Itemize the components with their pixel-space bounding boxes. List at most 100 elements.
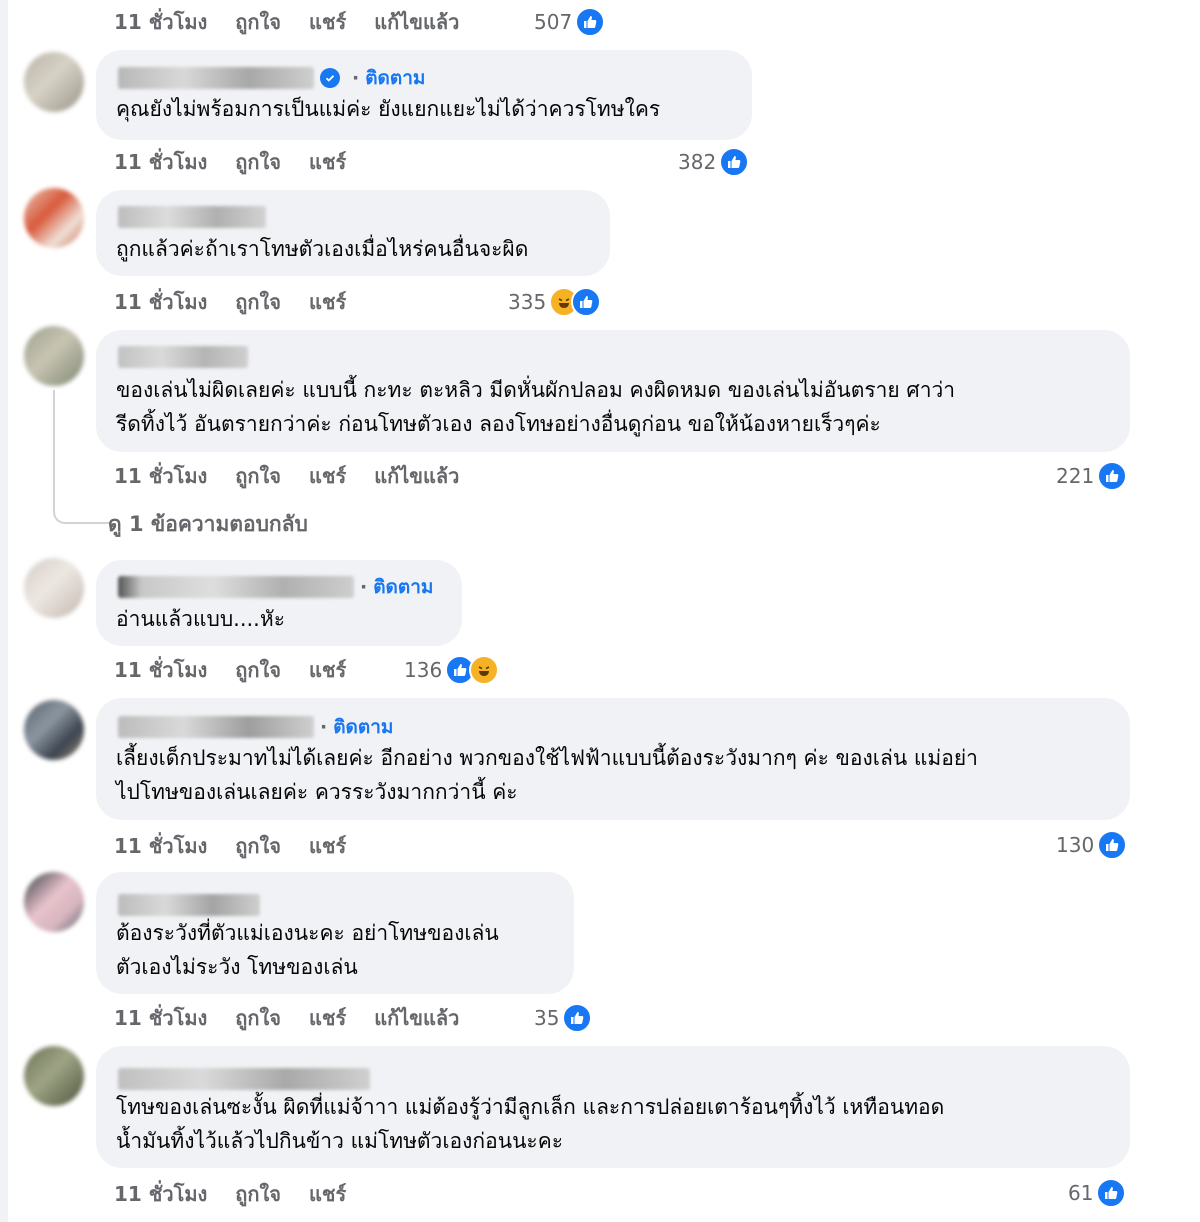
comment-text: ถูกแล้วค่ะถ้าเราโทษตัวเองเมื่อไหร่คนอื่น… <box>116 237 529 261</box>
view-replies-link[interactable]: ดู 1 ข้อความตอบกลับ <box>108 508 308 541</box>
timestamp-link[interactable]: 11 ชั่วโมง <box>114 1002 207 1034</box>
like-icon <box>1096 1178 1127 1208</box>
comment-bubble: ถูกแล้วค่ะถ้าเราโทษตัวเองเมื่อไหร่คนอื่น… <box>96 190 610 276</box>
comment-author[interactable] <box>118 204 266 230</box>
separator-dot: · <box>320 716 328 738</box>
edited-label: แก้ไขแล้ว <box>374 1006 460 1030</box>
reaction-count: 335 <box>508 290 547 314</box>
comment-bubble: · ติดตาม คุณยังไม่พร้อมการเป็นแม่ค่ะ ยัง… <box>96 50 752 140</box>
like-button[interactable]: ถูกใจ <box>235 830 281 862</box>
comment-bubble: โทษของเล่นซะงั้น ผิดที่แม่จ้าาา แม่ต้องร… <box>96 1046 1130 1168</box>
author-name-blurred <box>118 1068 370 1090</box>
reaction-summary[interactable]: 61 <box>1068 1176 1127 1210</box>
comment-actions: 11 ชั่วโมง ถูกใจ แชร์ <box>114 148 346 176</box>
separator-dot: · <box>360 576 368 598</box>
avatar[interactable] <box>24 700 84 760</box>
share-button[interactable]: แชร์ <box>309 654 346 686</box>
timestamp-link[interactable]: 11 ชั่วโมง <box>114 286 207 318</box>
timestamp-link[interactable]: 11 ชั่วโมง <box>114 654 207 686</box>
comment-author[interactable] <box>118 1066 370 1092</box>
reaction-count: 221 <box>1056 464 1095 488</box>
reaction-summary[interactable]: 335 <box>508 285 602 319</box>
avatar[interactable] <box>24 52 84 112</box>
comment-text: โทษของเล่นซะงั้น ผิดที่แม่จ้าาา แม่ต้องร… <box>116 1095 945 1153</box>
like-icon <box>562 1003 593 1033</box>
comment-bubble: · ติดตาม เลี้ยงเด็กประมาทไม่ได้เลยค่ะ อี… <box>96 698 1130 820</box>
comment-actions: 11 ชั่วโมง ถูกใจ แชร์ <box>114 832 346 860</box>
reaction-count: 507 <box>534 10 573 34</box>
reaction-summary[interactable]: 136 <box>404 653 500 687</box>
reaction-summary[interactable]: 382 <box>678 145 750 179</box>
timestamp-link[interactable]: 11 ชั่วโมง <box>114 1178 207 1210</box>
like-button[interactable]: ถูกใจ <box>235 654 281 686</box>
like-icon <box>575 7 606 37</box>
comment-author[interactable]: · ติดตาม <box>118 714 393 740</box>
follow-button[interactable]: ติดตาม <box>373 572 433 602</box>
like-icon <box>571 287 602 317</box>
comment-text: อ่านแล้วแบบ....หัะ <box>116 607 285 631</box>
author-name-blurred <box>118 346 248 368</box>
timestamp-link[interactable]: 11 ชั่วโมง <box>114 146 207 178</box>
like-button[interactable]: ถูกใจ <box>235 460 281 492</box>
like-button[interactable]: ถูกใจ <box>235 1178 281 1210</box>
reaction-count: 130 <box>1056 833 1095 857</box>
left-border <box>0 0 8 1222</box>
like-button[interactable]: ถูกใจ <box>235 1002 281 1034</box>
share-button[interactable]: แชร์ <box>309 830 346 862</box>
comment-bubble: ต้องระวังที่ตัวแม่เองนะคะ อย่าโทษของเล่น… <box>96 872 574 994</box>
author-name-blurred <box>118 206 266 228</box>
avatar[interactable] <box>24 1046 84 1106</box>
comment-actions: 11 ชั่วโมง ถูกใจ แชร์ แก้ไขแล้ว <box>114 8 459 36</box>
follow-button[interactable]: ติดตาม <box>365 63 425 93</box>
avatar[interactable] <box>24 188 84 248</box>
comment-author[interactable] <box>118 344 248 370</box>
author-name-blurred <box>118 67 314 89</box>
comment-text: คุณยังไม่พร้อมการเป็นแม่ค่ะ ยังแยกแยะไม่… <box>116 97 661 121</box>
like-button[interactable]: ถูกใจ <box>235 146 281 178</box>
comment-text: ต้องระวังที่ตัวแม่เองนะคะ อย่าโทษของเล่น… <box>116 921 499 979</box>
avatar[interactable] <box>24 558 84 618</box>
share-button[interactable]: แชร์ <box>309 1178 346 1210</box>
comment-actions: 11 ชั่วโมง ถูกใจ แชร์ แก้ไขแล้ว <box>114 1004 459 1032</box>
reaction-summary[interactable]: 130 <box>1056 828 1128 862</box>
comment-author[interactable]: · ติดตาม <box>118 65 425 91</box>
reaction-summary[interactable]: 35 <box>534 1001 593 1035</box>
like-icon <box>719 147 750 177</box>
author-name-blurred <box>118 716 314 738</box>
share-button[interactable]: แชร์ <box>309 6 346 38</box>
reaction-count: 35 <box>534 1006 560 1030</box>
timestamp-link[interactable]: 11 ชั่วโมง <box>114 830 207 862</box>
comment-actions: 11 ชั่วโมง ถูกใจ แชร์ <box>114 656 346 684</box>
comment-actions: 11 ชั่วโมง ถูกใจ แชร์ <box>114 1180 346 1208</box>
edited-label: แก้ไขแล้ว <box>374 464 460 488</box>
comment-text: เลี้ยงเด็กประมาทไม่ได้เลยค่ะ อีกอย่าง พว… <box>116 746 978 804</box>
share-button[interactable]: แชร์ <box>309 460 346 492</box>
comment-actions: 11 ชั่วโมง ถูกใจ แชร์ แก้ไขแล้ว <box>114 462 459 490</box>
reaction-summary[interactable]: 507 <box>534 5 606 39</box>
haha-icon <box>469 655 500 685</box>
author-name-blurred <box>118 894 260 916</box>
timestamp-link[interactable]: 11 ชั่วโมง <box>114 460 207 492</box>
separator-dot: · <box>352 67 360 89</box>
verified-badge-icon <box>320 68 340 88</box>
like-button[interactable]: ถูกใจ <box>235 6 281 38</box>
avatar[interactable] <box>24 326 84 386</box>
reaction-summary[interactable]: 221 <box>1056 459 1128 493</box>
like-icon <box>1097 461 1128 491</box>
share-button[interactable]: แชร์ <box>309 1002 346 1034</box>
reaction-count: 136 <box>404 658 443 682</box>
avatar[interactable] <box>24 872 84 932</box>
follow-button[interactable]: ติดตาม <box>333 712 393 742</box>
comment-author[interactable] <box>118 892 260 918</box>
comment-bubble: · ติดตาม อ่านแล้วแบบ....หัะ <box>96 560 462 646</box>
comment-author[interactable]: · ติดตาม <box>118 574 433 600</box>
comment-bubble: ของเล่นไม่ผิดเลยค่ะ แบบนี้ กะทะ ตะหลิว ม… <box>96 330 1130 452</box>
reaction-count: 382 <box>678 150 717 174</box>
share-button[interactable]: แชร์ <box>309 286 346 318</box>
comment-actions: 11 ชั่วโมง ถูกใจ แชร์ <box>114 288 346 316</box>
timestamp-link[interactable]: 11 ชั่วโมง <box>114 6 207 38</box>
like-button[interactable]: ถูกใจ <box>235 286 281 318</box>
comment-text: ของเล่นไม่ผิดเลยค่ะ แบบนี้ กะทะ ตะหลิว ม… <box>116 378 956 436</box>
share-button[interactable]: แชร์ <box>309 146 346 178</box>
author-name-blurred <box>118 576 354 598</box>
